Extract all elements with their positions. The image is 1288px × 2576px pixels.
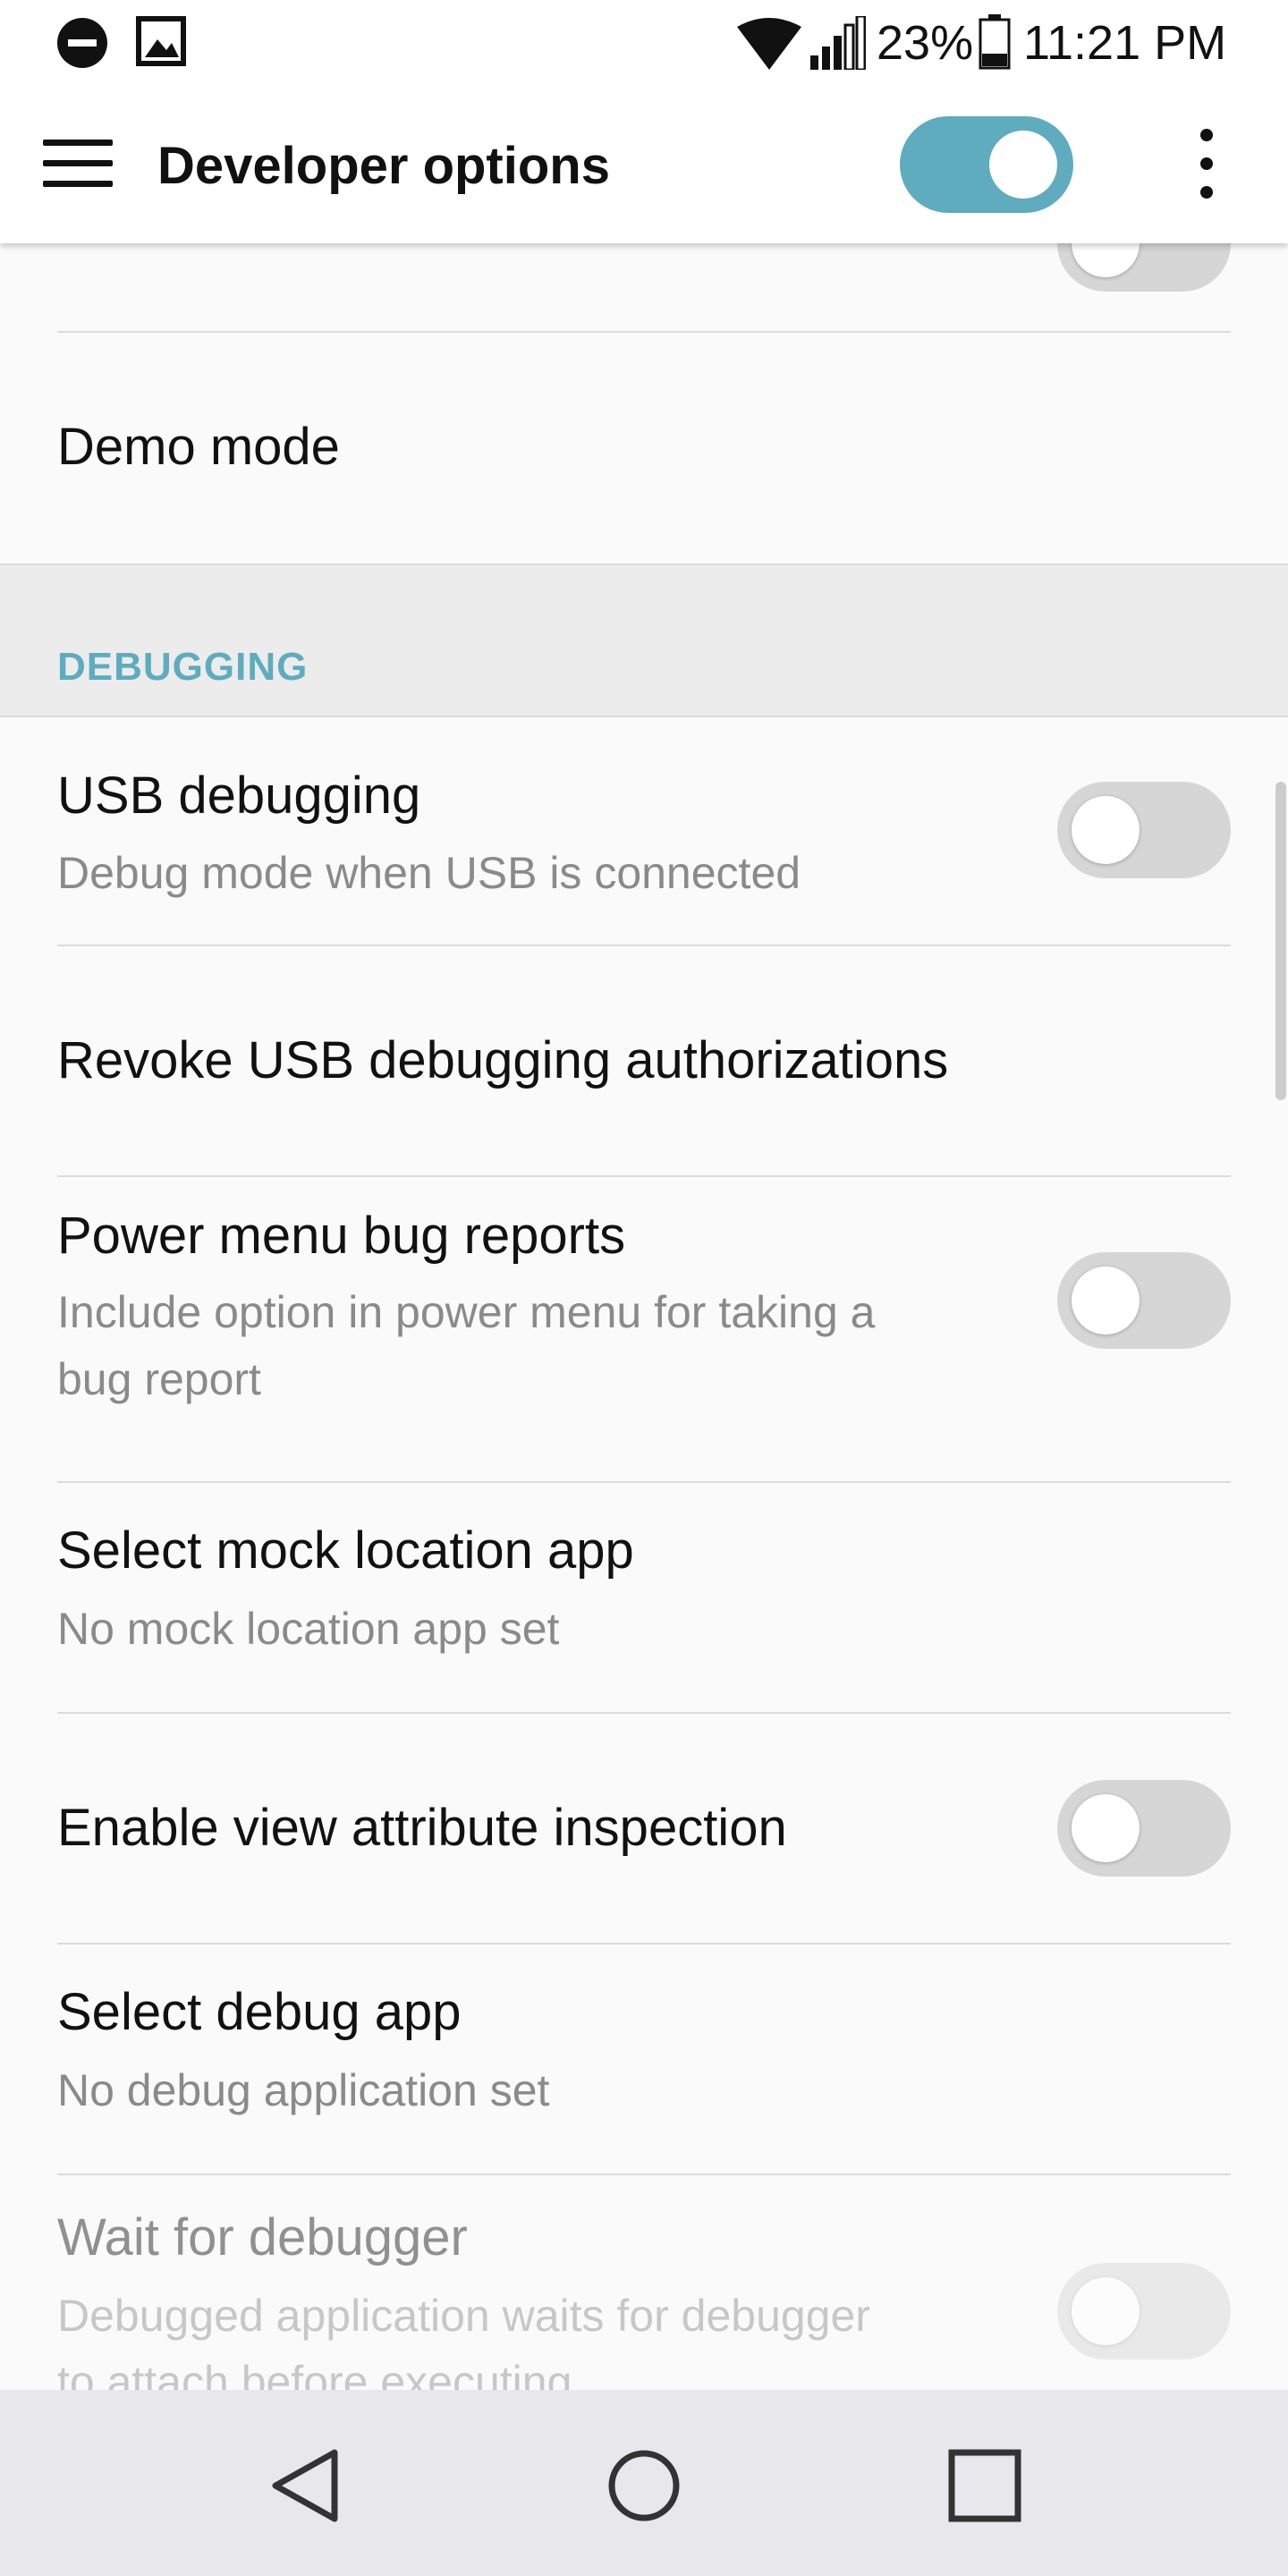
setting-title: Wait for debugger [57, 2208, 468, 2267]
navigation-bar [0, 2390, 1288, 2576]
section-header: DEBUGGING [57, 645, 309, 689]
setting-title: Revoke USB debugging authorizations [57, 1031, 949, 1089]
toggle-knob [989, 131, 1057, 199]
do-not-disturb-icon [55, 16, 109, 74]
page-title: Developer options [157, 137, 610, 195]
toggle-knob [1072, 1794, 1140, 1862]
battery-percent: 23% [877, 16, 974, 70]
toggle-knob [1072, 243, 1140, 277]
setting-wait-for-debugger: Wait for debugger Debugged application w… [0, 2175, 1288, 2390]
toggle-knob [1072, 1267, 1140, 1335]
setting-select-mock-location-app[interactable]: Select mock location app No mock locatio… [0, 1483, 1288, 1712]
battery-icon [979, 14, 1011, 74]
setting-subtitle: Debugged application waits for debugger [57, 2291, 870, 2341]
setting-title: Select mock location app [57, 1521, 634, 1580]
developer-options-toggle[interactable] [900, 116, 1073, 213]
setting-subtitle: bug report [57, 1354, 261, 1404]
partial-row-toggle[interactable] [1057, 243, 1231, 292]
clock: 11:21 PM [1023, 16, 1227, 70]
setting-select-debug-app[interactable]: Select debug app No debug application se… [0, 1945, 1288, 2174]
setting-title: Select debug app [57, 1983, 462, 2041]
toggle-knob [1072, 796, 1140, 864]
setting-usb-debugging[interactable]: USB debugging Debug mode when USB is con… [0, 717, 1288, 945]
more-options-icon[interactable] [1190, 123, 1225, 206]
scrollbar[interactable] [1275, 782, 1286, 1100]
settings-list: Demo mode DEBUGGING USB debugging Debug … [0, 243, 1288, 2390]
toggle-knob [1072, 2277, 1140, 2345]
setting-subtitle: No debug application set [57, 2065, 550, 2115]
setting-revoke-usb-authorizations[interactable]: Revoke USB debugging authorizations [0, 946, 1288, 1175]
status-bar: 23% 11:21 PM [0, 0, 1288, 86]
setting-subtitle: Include option in power menu for taking … [57, 1287, 876, 1337]
setting-subtitle: Debug mode when USB is connected [57, 848, 801, 898]
setting-view-attribute-inspection[interactable]: Enable view attribute inspection [0, 1714, 1288, 1943]
setting-subtitle: to attach before executing [57, 2357, 572, 2390]
menu-icon[interactable] [43, 134, 113, 193]
usb-debugging-toggle[interactable] [1057, 782, 1231, 878]
recents-icon[interactable] [936, 2436, 1034, 2535]
power-menu-bug-reports-toggle[interactable] [1057, 1252, 1231, 1349]
setting-power-menu-bug-reports[interactable]: Power menu bug reports Include option in… [0, 1177, 1288, 1481]
app-bar: Developer options [0, 86, 1288, 243]
back-icon[interactable] [256, 2436, 354, 2535]
setting-demo-mode[interactable]: Demo mode [0, 333, 1288, 562]
setting-title: Enable view attribute inspection [57, 1799, 787, 1857]
view-attribute-inspection-toggle[interactable] [1057, 1780, 1231, 1877]
home-icon[interactable] [595, 2436, 693, 2535]
gallery-icon [136, 16, 186, 71]
signal-icon [810, 14, 867, 74]
setting-title: Demo mode [57, 418, 340, 476]
wait-for-debugger-toggle [1057, 2263, 1231, 2360]
wifi-icon [737, 18, 801, 74]
section-header-band [0, 564, 1288, 717]
setting-title: Power menu bug reports [57, 1207, 626, 1265]
setting-subtitle: No mock location app set [57, 1604, 560, 1654]
setting-title: USB debugging [57, 767, 421, 825]
